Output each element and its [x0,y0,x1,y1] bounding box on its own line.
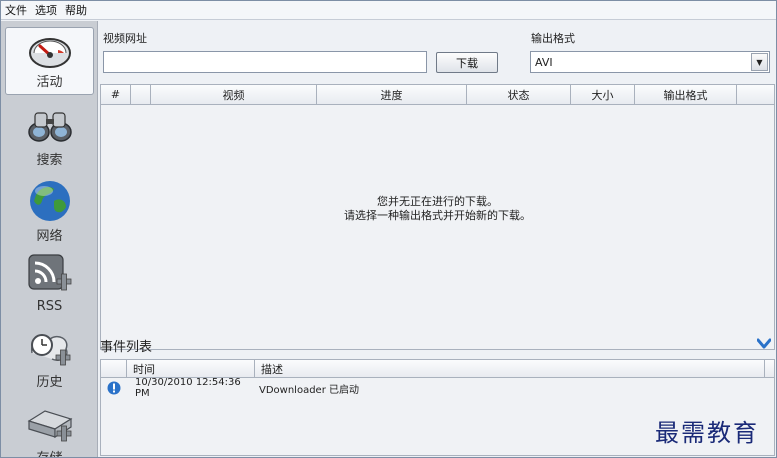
watermark-text: 最需教育 [655,419,759,447]
list-item[interactable]: 10/30/2010 12:54:36 PM VDownloader 已启动 [101,377,774,399]
sidebar-item-network[interactable]: 网络 [5,179,94,249]
sidebar-item-activity[interactable]: 活动 [5,27,94,95]
menu-bar: 文件 选项 帮助 [1,1,776,20]
event-list-title: 事件列表 [100,340,153,355]
empty-downloads-message: 您并无正在进行的下载。 请选择一种输出格式并开始新的下载。 [101,195,774,223]
sidebar-item-label: 搜索 [36,153,63,168]
downloads-table-header: # 视频 进度 状态 大小 输出格式 [101,85,774,105]
column-header-video[interactable]: 视频 [151,85,317,105]
empty-message-line: 请选择一种输出格式并开始新的下载。 [344,209,531,222]
menu-options[interactable]: 选项 [35,2,57,18]
column-header-status[interactable]: 状态 [467,85,571,105]
sidebar-item-label: 活动 [36,75,63,90]
url-input[interactable] [103,51,427,73]
output-format-value: AVI [535,55,553,69]
info-icon [107,381,121,395]
app-window: 文件 选项 帮助 活动 搜索 网络 RSS 历史 视频网址 下载 输出格式 AV… [0,0,777,458]
url-label: 视频网址 [103,32,147,45]
column-header-progress[interactable]: 进度 [317,85,467,105]
sidebar-item-rss[interactable]: RSS [5,253,94,319]
sidebar-item-label: 存储 [36,447,62,457]
globe-icon [29,181,70,221]
sidebar-item-label: RSS [36,299,63,314]
history-icon [30,334,70,366]
sidebar-item-storage[interactable]: 存储 [5,405,94,457]
column-header-filler [765,360,774,378]
binoculars-icon [27,112,72,142]
download-button[interactable]: 下载 [436,52,498,73]
rss-add-icon [27,254,71,291]
event-time: 10/30/2010 12:54:36 PM [135,377,241,399]
column-header-size[interactable]: 大小 [571,85,635,105]
column-header-description[interactable]: 描述 [255,360,765,378]
menu-file[interactable]: 文件 [5,2,27,18]
sidebar-item-label: 网络 [36,229,63,244]
sidebar-item-history[interactable]: 历史 [5,327,94,393]
menu-help[interactable]: 帮助 [65,2,87,18]
chevron-down-icon[interactable]: ▼ [751,53,768,71]
column-header-time[interactable]: 时间 [127,360,255,378]
sidebar-item-label: 历史 [36,375,63,390]
chevron-down-icon[interactable] [757,338,771,350]
sidebar: 活动 搜索 网络 RSS 历史 [1,21,98,457]
empty-message-line: 您并无正在进行的下载。 [377,195,498,208]
column-header-icon[interactable] [101,360,127,378]
gauge-icon [28,38,71,68]
output-format-select[interactable]: AVI ▼ [530,51,770,73]
main-panel: 视频网址 下载 输出格式 AVI ▼ # 视频 进度 状态 大小 输出格式 您并… [99,21,776,457]
column-header-blank[interactable] [131,85,151,105]
sidebar-item-search[interactable]: 搜索 [5,107,94,177]
output-format-label: 输出格式 [531,32,575,45]
event-list-header: 时间 描述 [101,360,774,378]
downloads-table: # 视频 进度 状态 大小 输出格式 您并无正在进行的下载。 请选择一种输出格式… [100,84,775,350]
hard-drive-icon [27,410,72,442]
column-header-number[interactable]: # [101,85,131,105]
column-header-filler [737,85,774,105]
event-description: VDownloader 已启动 [259,384,359,396]
column-header-output-format[interactable]: 输出格式 [635,85,737,105]
